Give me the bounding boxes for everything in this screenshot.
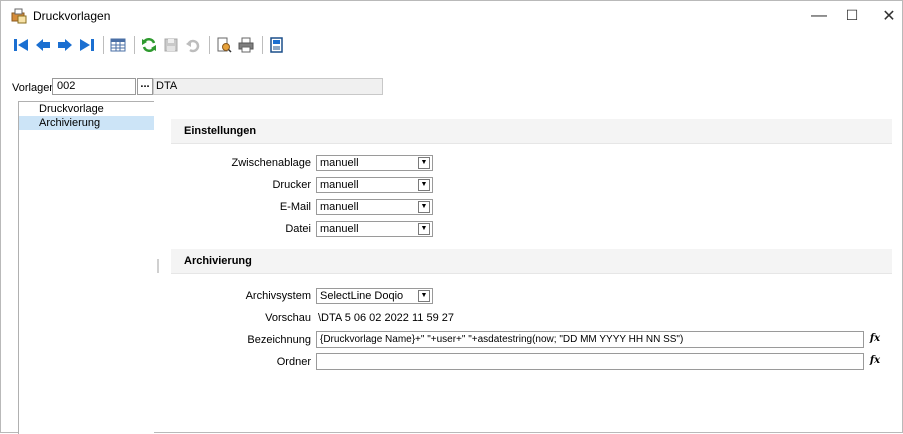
zwischenablage-value: manuell: [320, 157, 359, 169]
chevron-down-icon: ▼: [418, 223, 430, 235]
archivierung-title: Archivierung: [184, 255, 252, 267]
previous-record-button[interactable]: [33, 35, 53, 55]
printer-template-icon: [11, 8, 27, 24]
splitter-handle[interactable]: [157, 259, 159, 273]
undo-icon: [186, 39, 200, 53]
table-view-button[interactable]: [108, 35, 128, 55]
bezeichnung-input[interactable]: {Druckvorlage Name}+" "+user+" "+asdates…: [316, 331, 864, 348]
save-icon: [164, 38, 178, 52]
datei-label: Datei: [285, 223, 311, 235]
navigation-list: Druckvorlage Archivierung: [18, 101, 154, 434]
print-button[interactable]: [236, 35, 256, 55]
toolbar-separator: [209, 36, 210, 54]
druckvorlagen-window: Druckvorlagen — ☐ ✕ Vorlagenart 002 ... …: [0, 0, 903, 434]
first-record-icon: [14, 39, 28, 51]
toolbar-separator: [103, 36, 104, 54]
title-bar: Druckvorlagen — ☐ ✕: [1, 1, 902, 30]
datei-value: manuell: [320, 223, 359, 235]
chevron-down-icon: ▼: [418, 157, 430, 169]
archivsystem-select[interactable]: SelectLine Doqio ▼: [316, 288, 433, 304]
email-label: E-Mail: [279, 201, 311, 213]
chevron-down-icon: ▼: [418, 201, 430, 213]
refresh-icon: [142, 37, 156, 53]
arrow-right-icon: [58, 39, 72, 51]
export-button[interactable]: [267, 35, 287, 55]
toolbar-separator: [262, 36, 263, 54]
vorschau-value: \DTA 5 06 02 2022 11 59 27: [318, 312, 454, 324]
zwischenablage-select[interactable]: manuell ▼: [316, 155, 433, 171]
first-record-button[interactable]: [11, 35, 31, 55]
ordner-input[interactable]: [316, 353, 864, 370]
email-select[interactable]: manuell ▼: [316, 199, 433, 215]
archivsystem-label: Archivsystem: [245, 290, 311, 302]
toolbar-separator: [134, 36, 135, 54]
einstellungen-title: Einstellungen: [184, 125, 257, 137]
drucker-select[interactable]: manuell ▼: [316, 177, 433, 193]
archivierung-section-header: Archivierung: [171, 249, 892, 274]
window-title: Druckvorlagen: [33, 9, 111, 23]
drucker-value: manuell: [320, 179, 359, 191]
toolbar: [11, 34, 289, 56]
vorlagenart-lookup-button[interactable]: ...: [137, 78, 153, 95]
next-record-button[interactable]: [55, 35, 75, 55]
drucker-label: Drucker: [272, 179, 311, 191]
print-preview-icon: [217, 37, 232, 53]
chevron-down-icon: ▼: [418, 179, 430, 191]
nav-item-archivierung[interactable]: Archivierung: [19, 116, 154, 130]
last-record-icon: [80, 39, 94, 51]
print-preview-button[interactable]: [214, 35, 234, 55]
formula-icon[interactable]: fx: [868, 354, 882, 368]
ordner-label: Ordner: [276, 356, 311, 368]
printer-icon: [238, 37, 254, 53]
last-record-button[interactable]: [77, 35, 97, 55]
chevron-down-icon: ▼: [418, 290, 430, 302]
email-value: manuell: [320, 201, 359, 213]
undo-button[interactable]: [183, 35, 203, 55]
einstellungen-section-header: Einstellungen: [171, 119, 892, 144]
zwischenablage-label: Zwischenablage: [231, 157, 312, 169]
vorlagenart-input[interactable]: 002: [52, 78, 136, 95]
refresh-button[interactable]: [139, 35, 159, 55]
document-export-icon: [270, 37, 283, 53]
vorschau-label: Vorschau: [265, 312, 311, 324]
arrow-left-icon: [36, 39, 50, 51]
formula-icon[interactable]: fx: [868, 332, 882, 346]
save-button[interactable]: [161, 35, 181, 55]
vorlagenart-name-field: DTA: [153, 78, 383, 95]
archivsystem-value: SelectLine Doqio: [320, 290, 404, 302]
datei-select[interactable]: manuell ▼: [316, 221, 433, 237]
nav-item-druckvorlage[interactable]: Druckvorlage: [19, 102, 154, 116]
bezeichnung-label: Bezeichnung: [247, 334, 311, 346]
table-icon: [110, 38, 126, 52]
close-button[interactable]: ✕: [866, 1, 903, 30]
